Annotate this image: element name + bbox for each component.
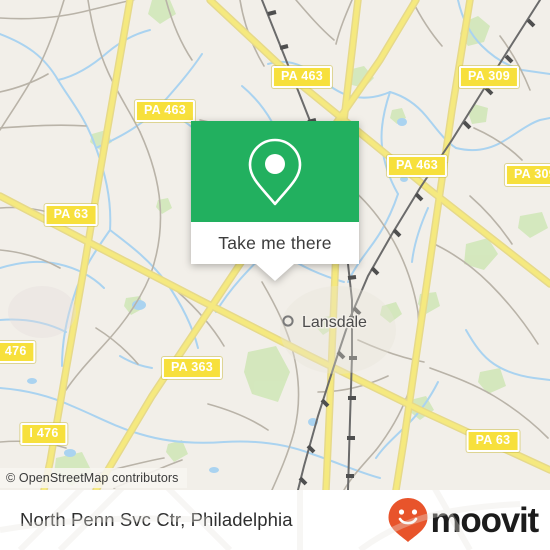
road-shield: PA 309	[504, 164, 550, 186]
road-shield-label: PA 463	[143, 103, 187, 117]
take-me-there-label: Take me there	[218, 232, 332, 253]
road-shield: I 476	[0, 341, 36, 363]
moovit-brand[interactable]: moovit	[387, 497, 539, 543]
road-shield: PA 463	[386, 155, 448, 177]
take-me-there-callout[interactable]: Take me there	[191, 121, 359, 281]
callout-pin-panel	[191, 121, 359, 222]
road-shield-label: PA 463	[395, 158, 439, 172]
road-shield-label: PA 63	[475, 433, 511, 447]
place-label-text: Lansdale	[302, 314, 367, 331]
moovit-smiley-pin-icon	[388, 498, 428, 542]
road-shield-label: PA 63	[53, 207, 89, 221]
road-shield-label: I 476	[29, 426, 59, 440]
road-shield: I 476	[20, 423, 68, 445]
road-shield-label: PA 463	[280, 69, 324, 83]
road-shield-label: I 476	[0, 344, 27, 358]
moovit-wordmark: moovit	[430, 500, 539, 540]
callout-action-panel[interactable]: Take me there	[191, 222, 359, 264]
page-footer: North Penn Svc Ctr, Philadelphia moovit	[0, 490, 550, 550]
road-shield: PA 463	[134, 100, 196, 122]
road-shield: PA 63	[466, 430, 520, 452]
map-screenshot-page: Lansdale PA 463 PA 463 PA 309 PA 463 PA 309 P…	[0, 0, 550, 550]
map-attribution: © OpenStreetMap contributors	[0, 468, 187, 488]
road-shield-label: PA 363	[170, 360, 214, 374]
location-title: North Penn Svc Ctr, Philadelphia	[20, 509, 293, 530]
road-shield-label: PA 309	[513, 167, 550, 181]
road-shield: PA 363	[161, 357, 223, 379]
road-shield: PA 63	[44, 204, 98, 226]
road-shield-label: PA 309	[467, 69, 511, 83]
map-pin-icon	[248, 138, 302, 205]
road-shield: PA 309	[458, 66, 520, 88]
road-shield: PA 463	[271, 66, 333, 88]
callout-tail	[256, 264, 294, 281]
